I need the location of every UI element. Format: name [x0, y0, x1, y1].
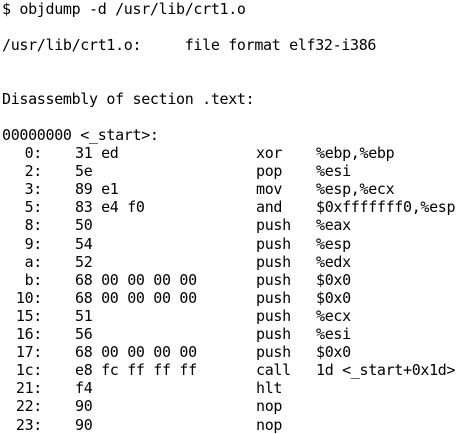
instruction-bytes: 68 00 00 00 00	[75, 270, 197, 289]
command-line: $ objdump -d /usr/lib/crt1.o	[2, 0, 246, 18]
instruction-row: b: 68 00 00 00 00 push $0x0	[0, 271, 466, 289]
instruction-row: 10: 68 00 00 00 00 push $0x0	[0, 289, 466, 307]
instruction-row: 17: 68 00 00 00 00 push $0x0	[0, 343, 466, 361]
instruction-operands: 1d <_start+0x1d>	[316, 361, 456, 380]
instruction-row: 8: 50 push %eax	[0, 216, 466, 234]
instruction-address: 10:	[15, 288, 42, 307]
instruction-row: 21: f4 hlt	[0, 379, 466, 397]
instruction-address: 2:	[24, 162, 43, 181]
instruction-operands: %ebp,%ebp	[316, 144, 395, 162]
instruction-operands: $0x0	[316, 270, 351, 289]
instruction-address: 0:	[24, 144, 43, 162]
instruction-address: 17:	[15, 343, 42, 362]
instruction-operands: $0xfffffff0,%esp	[316, 198, 456, 217]
instruction-mnemonic: and	[256, 198, 283, 217]
instruction-bytes: 68 00 00 00 00	[75, 343, 197, 362]
instruction-address: 21:	[15, 379, 42, 398]
instruction-address: 3:	[24, 180, 43, 199]
instruction-mnemonic: push	[256, 216, 291, 235]
file-format-line: /usr/lib/crt1.o: file format elf32-i386	[2, 36, 377, 54]
instruction-operands: $0x0	[316, 288, 351, 307]
instruction-address: 9:	[24, 234, 43, 253]
instruction-operands: %edx	[316, 252, 351, 271]
symbol-header: 00000000 <_start>:	[2, 126, 159, 144]
instruction-mnemonic: push	[256, 270, 291, 289]
instruction-mnemonic: hlt	[256, 379, 283, 398]
instruction-address: 22:	[15, 397, 42, 416]
instruction-mnemonic: pop	[256, 162, 283, 181]
instruction-bytes: 54	[75, 234, 93, 253]
instruction-row: 23: 90 nop	[0, 416, 466, 434]
instruction-address: a:	[24, 252, 43, 271]
instruction-bytes: 83 e4 f0	[75, 198, 145, 217]
instruction-operands: %esp,%ecx	[316, 180, 395, 199]
instruction-address: 16:	[15, 325, 42, 343]
instruction-bytes: 51	[75, 306, 93, 325]
instruction-address: 1c:	[15, 361, 42, 380]
instruction-operands: %esi	[316, 325, 351, 343]
instruction-bytes: 90	[75, 397, 93, 416]
terminal-output: $ objdump -d /usr/lib/crt1.o /usr/lib/cr…	[0, 0, 466, 434]
instruction-mnemonic: push	[256, 325, 291, 343]
instruction-address: b:	[24, 270, 43, 289]
instruction-mnemonic: nop	[256, 397, 283, 416]
instruction-row: 22: 90 nop	[0, 397, 466, 415]
instruction-bytes: 50	[75, 216, 93, 235]
instruction-row: 16: 56 push %esi	[0, 325, 466, 343]
instruction-bytes: 90	[75, 415, 93, 434]
instruction-bytes: 52	[75, 252, 93, 271]
instruction-mnemonic: push	[256, 252, 291, 271]
instruction-address: 23:	[15, 415, 42, 434]
instruction-operands: %esi	[316, 162, 351, 181]
instruction-row: 0: 31 ed xor %ebp,%ebp	[0, 144, 466, 162]
instruction-bytes: 89 e1	[75, 180, 119, 199]
instruction-row: 1c: e8 fc ff ff ff call 1d <_start+0x1d>	[0, 361, 466, 379]
instruction-mnemonic: nop	[256, 415, 283, 434]
instruction-row: 15: 51 push %ecx	[0, 307, 466, 325]
instruction-mnemonic: mov	[256, 180, 283, 199]
instruction-bytes: 5e	[75, 162, 93, 181]
instruction-row: 2: 5e pop %esi	[0, 162, 466, 180]
instruction-mnemonic: call	[256, 361, 291, 380]
instruction-row: 9: 54 push %esp	[0, 235, 466, 253]
instruction-mnemonic: push	[256, 288, 291, 307]
instruction-row: 5: 83 e4 f0 and $0xfffffff0,%esp	[0, 198, 466, 216]
instruction-bytes: 56	[75, 325, 93, 343]
instruction-bytes: 31 ed	[75, 144, 119, 162]
instruction-mnemonic: push	[256, 343, 291, 362]
instruction-operands: %ecx	[316, 306, 351, 325]
instruction-address: 15:	[15, 306, 42, 325]
instruction-bytes: 68 00 00 00 00	[75, 288, 197, 307]
instruction-mnemonic: push	[256, 306, 291, 325]
instruction-mnemonic: push	[256, 234, 291, 253]
instruction-address: 5:	[24, 198, 43, 217]
instruction-operands: $0x0	[316, 343, 351, 362]
instruction-bytes: f4	[75, 379, 93, 398]
instruction-row: 3: 89 e1 mov %esp,%ecx	[0, 180, 466, 198]
instruction-mnemonic: xor	[256, 144, 283, 162]
instruction-address: 8:	[24, 216, 43, 235]
instruction-operands: %esp	[316, 234, 351, 253]
instruction-operands: %eax	[316, 216, 351, 235]
section-header: Disassembly of section .text:	[2, 90, 255, 108]
instruction-bytes: e8 fc ff ff ff	[75, 361, 197, 380]
instruction-row: a: 52 push %edx	[0, 253, 466, 271]
